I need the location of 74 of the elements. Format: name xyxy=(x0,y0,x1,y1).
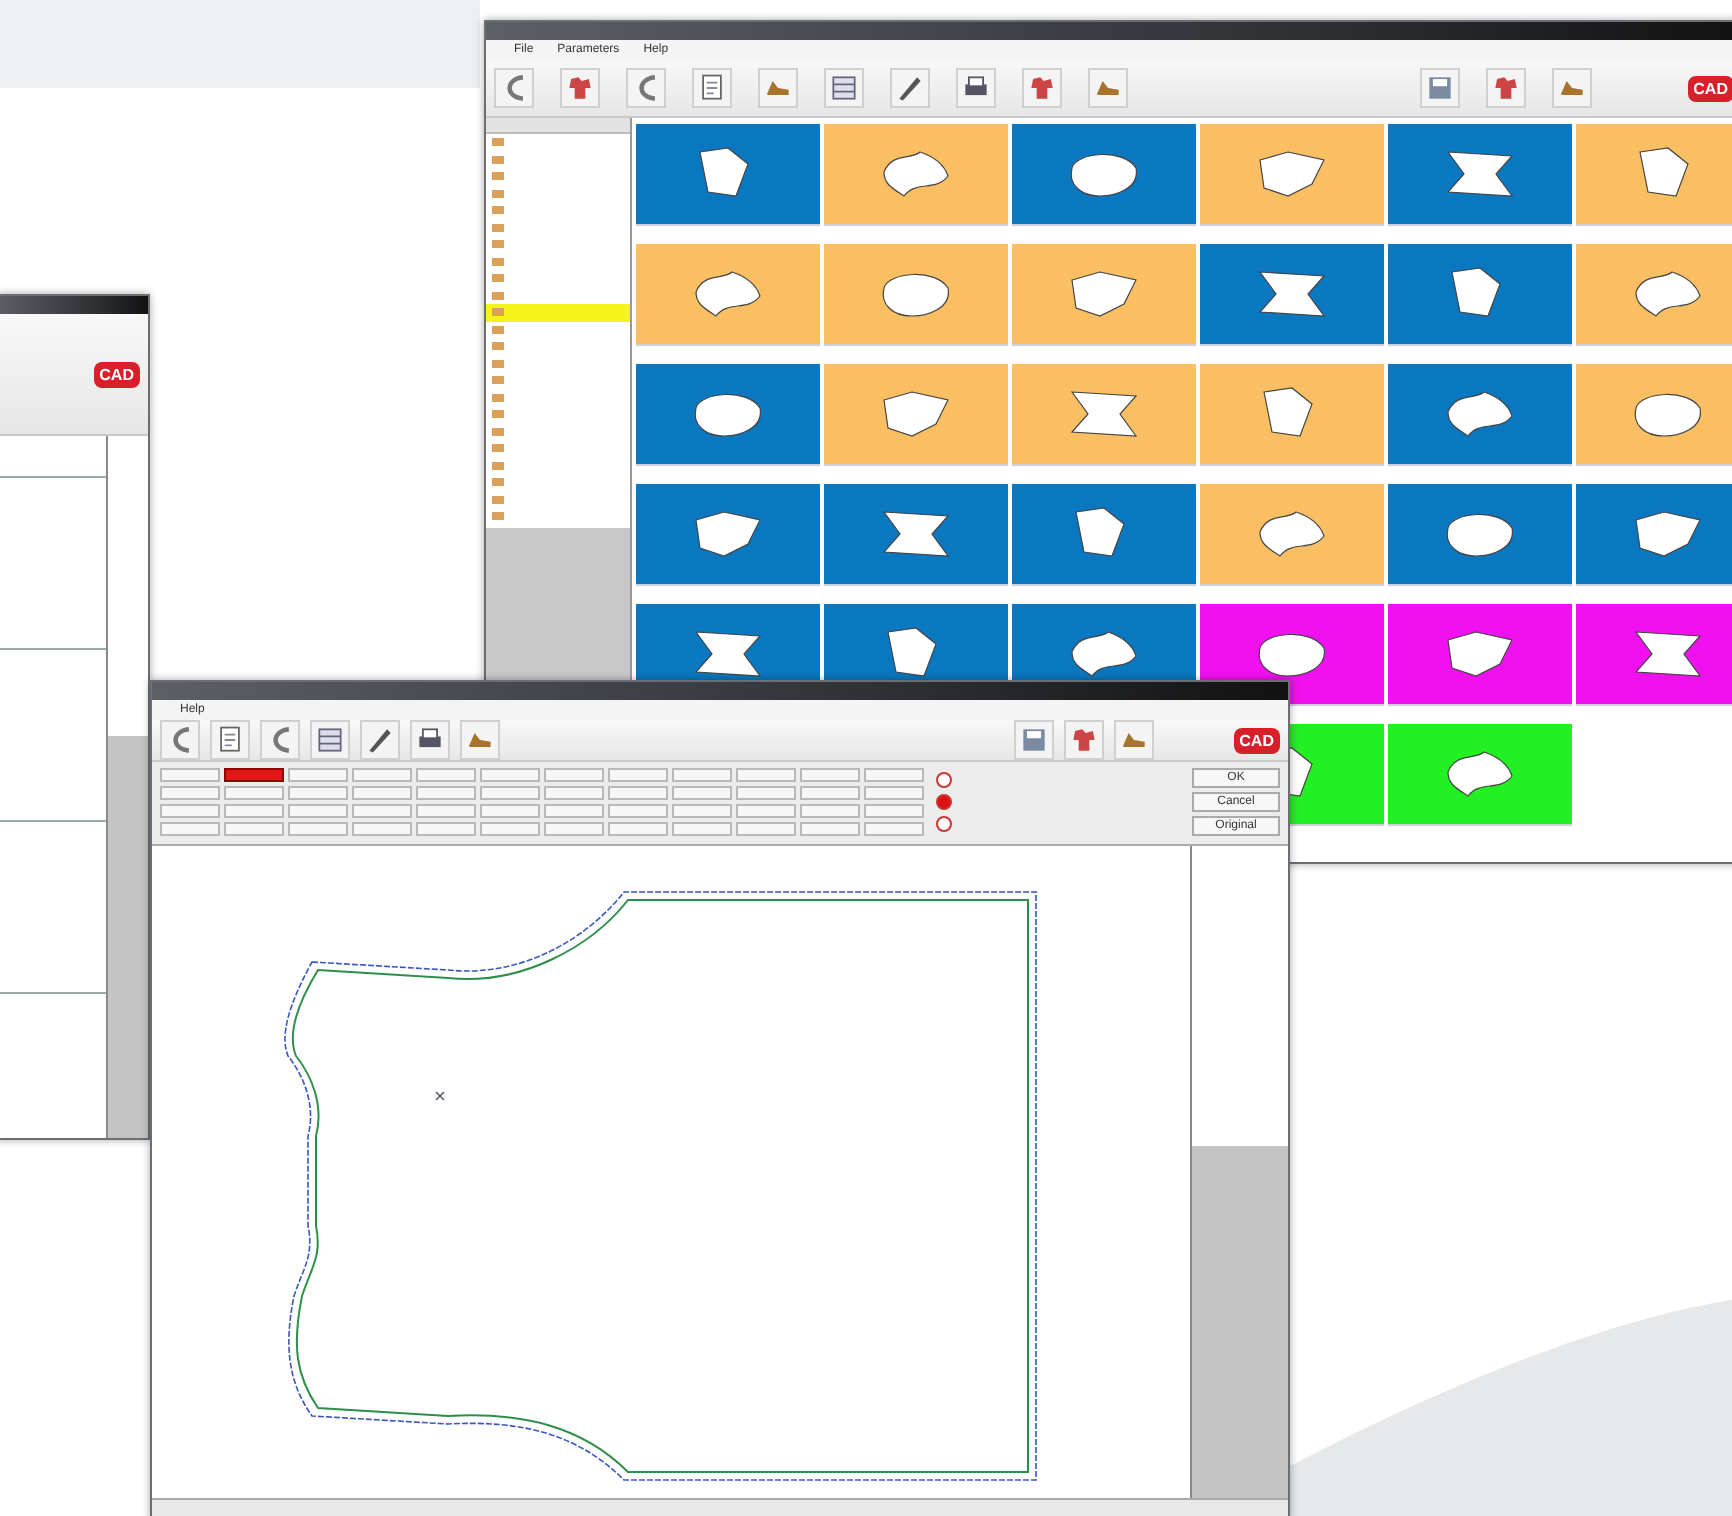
panel-button[interactable] xyxy=(608,786,668,800)
panel-button[interactable] xyxy=(160,822,220,836)
shoe-icon[interactable] xyxy=(758,68,798,108)
pencil-icon[interactable] xyxy=(360,720,400,760)
printer-icon[interactable] xyxy=(410,720,450,760)
panel-button[interactable] xyxy=(480,804,540,818)
logo: CAD xyxy=(93,361,140,387)
panel-button[interactable] xyxy=(608,804,668,818)
curve-icon[interactable] xyxy=(260,720,300,760)
shoe-icon[interactable] xyxy=(1088,68,1128,108)
panel-button[interactable] xyxy=(864,786,924,800)
panel-button[interactable] xyxy=(288,786,348,800)
panel-button[interactable] xyxy=(416,822,476,836)
shoe-icon[interactable] xyxy=(1113,720,1154,760)
panel-button[interactable] xyxy=(672,804,732,818)
logo: CAD xyxy=(1233,727,1280,753)
panel-button[interactable] xyxy=(864,822,924,836)
panel-button[interactable] xyxy=(800,822,860,836)
panel-button[interactable] xyxy=(352,786,412,800)
file-row[interactable] xyxy=(486,304,630,321)
panel-button[interactable] xyxy=(672,822,732,836)
radio-button[interactable] xyxy=(936,816,952,832)
panel-button[interactable] xyxy=(480,786,540,800)
panel-button[interactable] xyxy=(608,822,668,836)
radio-button[interactable] xyxy=(936,794,952,810)
panel-button[interactable] xyxy=(480,822,540,836)
panel-button[interactable] xyxy=(224,786,284,800)
panel-button[interactable] xyxy=(736,786,796,800)
panel-button[interactable] xyxy=(160,804,220,818)
table-icon[interactable] xyxy=(824,68,864,108)
list-header xyxy=(486,118,630,134)
panel-button[interactable] xyxy=(672,768,732,782)
curve-icon[interactable] xyxy=(626,68,666,108)
panel-button[interactable] xyxy=(160,786,220,800)
panel-button[interactable] xyxy=(544,822,604,836)
shoe-icon[interactable] xyxy=(1551,68,1592,108)
panel-button[interactable] xyxy=(288,804,348,818)
garment-icon[interactable] xyxy=(1022,68,1062,108)
panel-button[interactable] xyxy=(224,804,284,818)
panel-button[interactable] xyxy=(544,804,604,818)
panel-button[interactable] xyxy=(800,804,860,818)
save-icon[interactable] xyxy=(1013,720,1054,760)
panel-button[interactable] xyxy=(800,768,860,782)
garment-icon[interactable] xyxy=(1485,68,1526,108)
document-icon[interactable] xyxy=(210,720,250,760)
panel-button[interactable] xyxy=(736,768,796,782)
panel-button[interactable] xyxy=(352,804,412,818)
panel-button[interactable] xyxy=(544,768,604,782)
panel-button[interactable] xyxy=(800,786,860,800)
panel-button[interactable] xyxy=(416,804,476,818)
panel-button[interactable] xyxy=(352,822,412,836)
shoe-icon[interactable] xyxy=(460,720,500,760)
panel-button[interactable] xyxy=(480,768,540,782)
document-icon[interactable] xyxy=(692,68,732,108)
panel-button[interactable] xyxy=(864,768,924,782)
printer-icon[interactable] xyxy=(956,68,996,108)
garment-icon[interactable] xyxy=(560,68,600,108)
pencil-icon[interactable] xyxy=(890,68,930,108)
garment-icon[interactable] xyxy=(1063,720,1104,760)
panel-button[interactable] xyxy=(224,822,284,836)
save-icon[interactable] xyxy=(1419,68,1460,108)
panel-button[interactable] xyxy=(608,768,668,782)
curve-icon[interactable] xyxy=(160,720,200,760)
table-icon[interactable] xyxy=(310,720,350,760)
curve-icon[interactable] xyxy=(494,68,534,108)
logo: CAD xyxy=(1687,75,1732,101)
panel-button[interactable] xyxy=(288,822,348,836)
panel-button[interactable] xyxy=(672,786,732,800)
panel-button[interactable] xyxy=(544,786,604,800)
panel-button[interactable] xyxy=(416,786,476,800)
radio-button[interactable] xyxy=(936,772,952,788)
panel-button[interactable] xyxy=(864,804,924,818)
panel-button[interactable] xyxy=(736,822,796,836)
panel-button[interactable] xyxy=(736,804,796,818)
